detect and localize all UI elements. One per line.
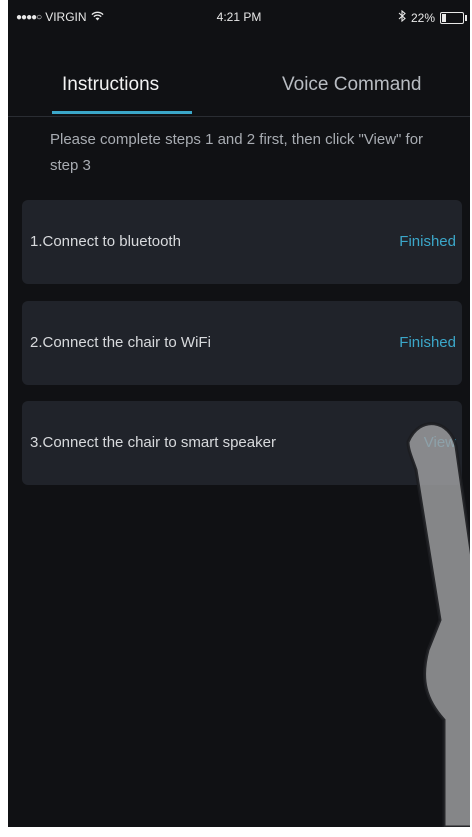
battery-level-fill (442, 13, 446, 22)
view-button[interactable]: View (424, 434, 456, 451)
instructions-notice: Please complete steps 1 and 2 first, the… (50, 131, 424, 174)
phone-screen: ●●●●○ VIRGIN 4:21 PM 22% Instructions Vo… (8, 0, 470, 827)
status-bar: ●●●●○ VIRGIN 4:21 PM 22% (8, 0, 470, 36)
step-card-wifi[interactable]: 2.Connect the chair to WiFi Finished (22, 301, 462, 385)
step-label: 3.Connect the chair to smart speaker (30, 434, 276, 451)
tab-instructions[interactable]: Instructions (62, 74, 159, 96)
step-card-bluetooth[interactable]: 1.Connect to bluetooth Finished (22, 200, 462, 284)
battery-icon (440, 11, 467, 24)
step-status-finished[interactable]: Finished (399, 334, 456, 351)
bluetooth-icon (398, 9, 406, 25)
step-label: 1.Connect to bluetooth (30, 233, 181, 250)
tab-bar: Instructions Voice Command (8, 60, 470, 117)
status-right: 22% (398, 9, 467, 25)
step-card-smart-speaker[interactable]: 3.Connect the chair to smart speaker Vie… (22, 401, 462, 485)
active-tab-indicator (52, 111, 192, 114)
tab-voice-command[interactable]: Voice Command (282, 74, 421, 96)
step-status-finished[interactable]: Finished (399, 233, 456, 250)
step-label: 2.Connect the chair to WiFi (30, 334, 211, 351)
battery-percent: 22% (410, 10, 435, 25)
